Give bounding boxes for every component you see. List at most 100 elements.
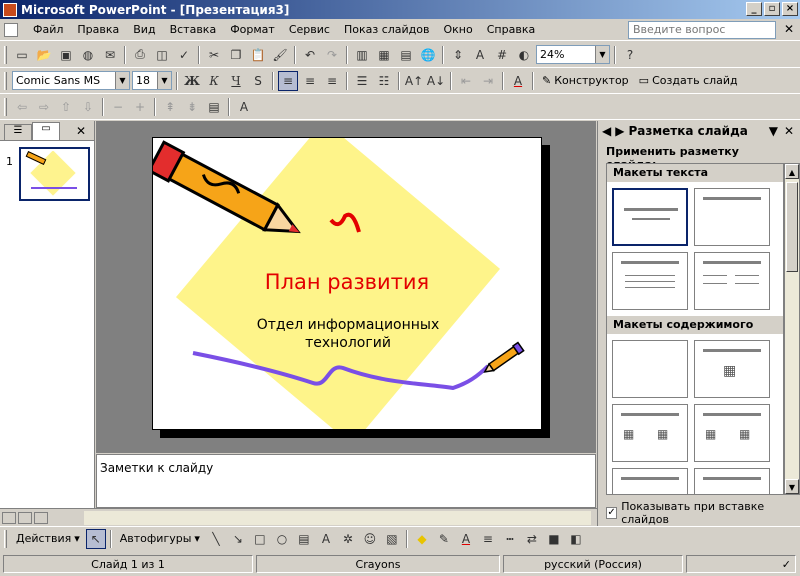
align-left-icon[interactable]: ≡ bbox=[278, 70, 298, 91]
fill-color-icon[interactable]: ◆ bbox=[412, 529, 432, 549]
format-painter-icon[interactable]: 🖌 bbox=[270, 45, 290, 65]
close-task-pane-icon[interactable]: ✕ bbox=[784, 124, 794, 138]
menu-insert[interactable]: Вставка bbox=[163, 23, 224, 36]
scroll-up-icon[interactable]: ▲ bbox=[785, 164, 799, 179]
layout-title-only[interactable] bbox=[694, 188, 770, 246]
increase-indent-icon[interactable]: ⇥ bbox=[478, 71, 498, 91]
menu-help[interactable]: Справка bbox=[480, 23, 542, 36]
font-color-icon[interactable]: A bbox=[508, 71, 528, 91]
save-icon[interactable]: ▣ bbox=[56, 45, 76, 65]
spelling-icon[interactable]: ✓ bbox=[174, 45, 194, 65]
normal-view-icon[interactable] bbox=[2, 511, 16, 524]
wordart-icon[interactable]: A bbox=[316, 529, 336, 549]
slide-thumbnail[interactable] bbox=[19, 147, 90, 201]
layout-content[interactable]: ▦ bbox=[694, 340, 770, 398]
italic-button[interactable]: К bbox=[204, 71, 224, 91]
font-select[interactable]: Comic Sans MS ▼ bbox=[12, 71, 130, 90]
align-right-icon[interactable]: ≡ bbox=[322, 71, 342, 91]
toolbar-grip[interactable] bbox=[4, 45, 7, 64]
line-style-icon[interactable]: ≡ bbox=[478, 529, 498, 549]
menu-edit[interactable]: Правка bbox=[70, 23, 126, 36]
autoshapes-menu[interactable]: Автофигуры ▾ bbox=[116, 532, 204, 545]
toolbar-grip[interactable] bbox=[4, 97, 7, 116]
align-center-icon[interactable]: ≡ bbox=[300, 71, 320, 91]
font-color-draw-icon[interactable]: A bbox=[456, 529, 476, 549]
slide-subtitle[interactable]: Отдел информационных технологий bbox=[213, 316, 483, 352]
color-grayscale-icon[interactable]: ◐ bbox=[514, 45, 534, 65]
back-icon[interactable]: ◀ bbox=[602, 124, 611, 138]
menu-slideshow[interactable]: Показ слайдов bbox=[337, 23, 437, 36]
shadow-style-icon[interactable]: ■ bbox=[544, 529, 564, 549]
show-formatting-outline-icon[interactable]: A bbox=[234, 97, 254, 117]
clipart-icon[interactable]: ☺ bbox=[360, 529, 380, 549]
zoom-select[interactable]: 24% ▼ bbox=[536, 45, 610, 64]
toolbar-grip[interactable] bbox=[4, 529, 7, 548]
help-question-input[interactable]: Введите вопрос bbox=[628, 21, 776, 39]
move-up-icon[interactable]: ⇧ bbox=[56, 97, 76, 117]
copy-icon[interactable]: ❐ bbox=[226, 45, 246, 65]
layout-two-content[interactable]: ▦ ▦ bbox=[694, 404, 770, 462]
close-pane-icon[interactable]: ✕ bbox=[76, 124, 86, 138]
scroll-down-icon[interactable]: ▼ bbox=[785, 479, 799, 494]
chevron-down-icon[interactable]: ▼ bbox=[115, 72, 129, 89]
redo-icon[interactable]: ↷ bbox=[322, 45, 342, 65]
layout-content-text[interactable] bbox=[694, 468, 770, 494]
show-on-insert-checkbox[interactable]: ✓ bbox=[606, 507, 618, 519]
slide-canvas[interactable]: План развития Отдел информационных техно… bbox=[152, 137, 542, 430]
shadow-button[interactable]: S bbox=[248, 71, 268, 91]
task-pane-scrollbar[interactable]: ▲ ▼ bbox=[784, 163, 800, 495]
arrow-icon[interactable]: ↘ bbox=[228, 529, 248, 549]
3d-style-icon[interactable]: ◧ bbox=[566, 529, 586, 549]
summary-slide-icon[interactable]: ▤ bbox=[204, 97, 224, 117]
layout-blank[interactable] bbox=[612, 340, 688, 398]
designer-button[interactable]: ✎ Конструктор bbox=[538, 74, 633, 87]
move-down-icon[interactable]: ⇩ bbox=[78, 97, 98, 117]
insert-hyperlink-icon[interactable]: 🌐 bbox=[418, 45, 438, 65]
minimize-button[interactable]: _ bbox=[746, 2, 762, 16]
textbox-icon[interactable]: ▤ bbox=[294, 529, 314, 549]
menu-view[interactable]: Вид bbox=[126, 23, 162, 36]
menu-window[interactable]: Окно bbox=[437, 23, 480, 36]
cut-icon[interactable]: ✂ bbox=[204, 45, 224, 65]
task-pane-menu-icon[interactable]: ▼ bbox=[769, 124, 778, 138]
slide-sorter-view-icon[interactable] bbox=[18, 511, 32, 524]
new-icon[interactable]: ▭ bbox=[12, 45, 32, 65]
close-document-icon[interactable]: ✕ bbox=[784, 22, 794, 36]
toolbar-grip[interactable] bbox=[4, 71, 7, 90]
decrease-font-icon[interactable]: A↓ bbox=[426, 71, 446, 91]
paste-icon[interactable]: 📋 bbox=[248, 45, 268, 65]
dash-style-icon[interactable]: ┅ bbox=[500, 529, 520, 549]
line-color-icon[interactable]: ✎ bbox=[434, 529, 454, 549]
menu-format[interactable]: Формат bbox=[223, 23, 282, 36]
font-size-select[interactable]: 18 ▼ bbox=[132, 71, 172, 90]
print-preview-icon[interactable]: ◫ bbox=[152, 45, 172, 65]
slide-title[interactable]: План развития bbox=[153, 270, 541, 294]
undo-icon[interactable]: ↶ bbox=[300, 45, 320, 65]
arrow-style-icon[interactable]: ⇄ bbox=[522, 529, 542, 549]
collapse-all-icon[interactable]: ⇞ bbox=[160, 97, 180, 117]
decrease-indent-icon[interactable]: ⇤ bbox=[456, 71, 476, 91]
print-icon[interactable]: ⎙ bbox=[130, 45, 150, 65]
select-objects-icon[interactable]: ↖ bbox=[85, 528, 106, 549]
permission-icon[interactable]: ◍ bbox=[78, 45, 98, 65]
new-slide-button[interactable]: ▭ Создать слайд bbox=[635, 74, 742, 87]
slideshow-view-icon[interactable] bbox=[34, 511, 48, 524]
diagram-icon[interactable]: ✲ bbox=[338, 529, 358, 549]
scroll-thumb[interactable] bbox=[786, 182, 798, 272]
bold-button[interactable]: Ж bbox=[182, 71, 202, 91]
insert-table-icon[interactable]: ▦ bbox=[374, 45, 394, 65]
show-formatting-icon[interactable]: A bbox=[470, 45, 490, 65]
rectangle-icon[interactable]: □ bbox=[250, 529, 270, 549]
notes-pane[interactable]: Заметки к слайду bbox=[96, 454, 596, 508]
demote-icon[interactable]: ⇨ bbox=[34, 97, 54, 117]
promote-icon[interactable]: ⇦ bbox=[12, 97, 32, 117]
outline-tab[interactable]: ☰ bbox=[4, 124, 32, 140]
expand-all-icon[interactable]: ⇕ bbox=[448, 45, 468, 65]
document-icon[interactable] bbox=[4, 22, 18, 37]
layout-title-slide[interactable] bbox=[612, 188, 688, 246]
help-icon[interactable]: ? bbox=[620, 45, 640, 65]
actions-menu[interactable]: Действия ▾ bbox=[12, 532, 84, 545]
expand-icon[interactable]: + bbox=[130, 97, 150, 117]
powerpoint-app-icon[interactable] bbox=[3, 2, 17, 17]
slides-tab[interactable]: ▭ bbox=[32, 122, 60, 140]
